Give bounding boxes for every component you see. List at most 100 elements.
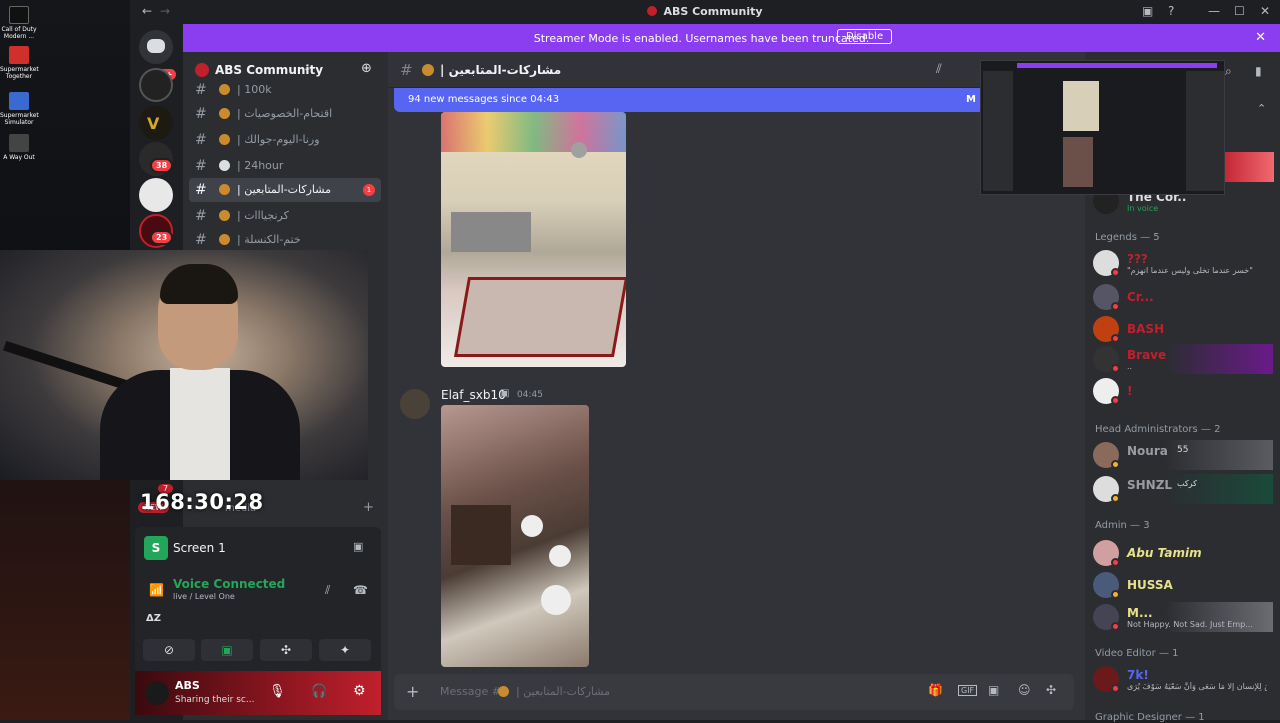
mark-as-read[interactable]: M bbox=[966, 94, 976, 105]
sticker-icon[interactable]: ▣ bbox=[988, 683, 999, 697]
dnd-status-icon bbox=[1111, 268, 1120, 277]
mention-badge: 23 bbox=[150, 230, 174, 245]
disable-streamer-button[interactable]: Disable bbox=[837, 29, 893, 44]
streamer-hair bbox=[160, 264, 238, 304]
group-header: Head Administrators — 2 bbox=[1095, 424, 1221, 435]
member-item[interactable]: Abu Tamim bbox=[1093, 538, 1273, 568]
server-icon-2[interactable] bbox=[139, 68, 173, 102]
microphone-icon[interactable]: 🎙 bbox=[269, 684, 286, 699]
server-icon-5[interactable] bbox=[139, 178, 173, 212]
camera-off-button[interactable]: ⊘ bbox=[143, 639, 195, 661]
stream-timer: 168:30:28 bbox=[140, 490, 264, 514]
webcam-overlay bbox=[0, 250, 368, 480]
a-way-out-icon bbox=[9, 134, 29, 152]
member-item[interactable]: SHNZL كركب bbox=[1093, 474, 1273, 504]
emoji-icon bbox=[219, 184, 230, 195]
gift-icon[interactable]: 🎁 bbox=[928, 683, 943, 697]
screen-share-button[interactable]: ▣ bbox=[201, 639, 253, 661]
decorations bbox=[441, 112, 626, 152]
hash-icon: # bbox=[400, 61, 413, 79]
desktop-shortcut[interactable]: Supermarket Together bbox=[0, 46, 39, 80]
attachment-image[interactable] bbox=[441, 405, 589, 667]
cup bbox=[549, 545, 571, 567]
avatar[interactable] bbox=[400, 389, 430, 419]
unread-badge: 1 bbox=[363, 184, 375, 196]
preview-members bbox=[1186, 71, 1224, 191]
user-bar: ABS Sharing their sc... 🎙 🎧 ⚙ bbox=[135, 671, 381, 715]
member-item[interactable]: 7k! لَيْسَ لِلإنسانِ إِلَّا مَا سَعَى وَأ… bbox=[1093, 664, 1273, 694]
new-messages-bar[interactable]: 94 new messages since 04:43 M bbox=[394, 88, 984, 112]
inbox-icon[interactable]: ▣ bbox=[1142, 4, 1153, 18]
window-title: ABS Community bbox=[130, 5, 1280, 18]
disconnect-icon[interactable]: ☎ bbox=[353, 583, 368, 597]
voice-channel-name[interactable]: live / Level One bbox=[173, 592, 235, 601]
channel-item[interactable]: # | ورنا-اليوم-جوالك bbox=[189, 128, 381, 152]
add-channel-icon[interactable]: + bbox=[363, 500, 374, 515]
search-icon[interactable]: ⌕ bbox=[1225, 64, 1232, 79]
preview-banner bbox=[1017, 63, 1217, 68]
channel-item[interactable]: # | كرنجيااات bbox=[189, 204, 381, 228]
preview-image bbox=[1063, 137, 1093, 187]
noise-suppression-icon[interactable]: ⫽ bbox=[325, 583, 330, 598]
close-window-button[interactable]: ✕ bbox=[1260, 4, 1270, 18]
gif-icon[interactable]: GIF bbox=[958, 685, 978, 696]
add-attachment-icon[interactable]: + bbox=[406, 682, 419, 701]
hash-icon: # bbox=[195, 158, 207, 174]
supermarket-together-icon bbox=[9, 46, 29, 64]
composer-channel: | مشاركات-المتابعين bbox=[516, 685, 610, 698]
dnd-status-icon bbox=[1111, 396, 1120, 405]
home-button[interactable] bbox=[139, 30, 173, 64]
message-time: 04:45 bbox=[517, 390, 543, 400]
message-composer[interactable]: + Message # | مشاركات-المتابعين 🎁 GIF ▣ … bbox=[394, 674, 1074, 710]
voice-connected-label[interactable]: Voice Connected bbox=[173, 577, 285, 591]
member-item[interactable]: HUSSA bbox=[1093, 570, 1273, 600]
member-item[interactable]: Brave.. bbox=[1093, 344, 1273, 374]
threads-icon[interactable]: ⫽ bbox=[936, 62, 942, 77]
gear-icon[interactable]: ⚙ bbox=[353, 683, 366, 699]
soundboard-button[interactable]: ✦ bbox=[319, 639, 371, 661]
popout-icon[interactable]: ▣ bbox=[353, 540, 363, 553]
server-icon-3[interactable]: V bbox=[139, 106, 173, 140]
minimize-button[interactable]: — bbox=[1208, 4, 1220, 18]
member-item[interactable]: Noura 55 bbox=[1093, 440, 1273, 470]
voice-panel: S Screen 1 ▣ 📶 Voice Connected live / Le… bbox=[135, 527, 381, 671]
member-item[interactable]: BASH bbox=[1093, 314, 1273, 344]
hash-icon: # bbox=[195, 208, 207, 224]
emoji-icon bbox=[219, 234, 230, 245]
channel-item[interactable]: # | ختم-الكنسلة bbox=[189, 228, 381, 252]
dnd-status-icon bbox=[1111, 558, 1120, 567]
member-item[interactable]: M... Not Happy. Not Sad. Just Emp... bbox=[1093, 602, 1273, 632]
headphones-icon[interactable]: 🎧 bbox=[311, 684, 327, 699]
close-icon[interactable]: ✕ bbox=[1255, 30, 1266, 45]
hash-icon: # bbox=[195, 232, 207, 248]
chevron-up-icon[interactable]: ⌃ bbox=[1257, 102, 1266, 115]
bookmark-icon[interactable]: ▮ bbox=[1255, 64, 1262, 78]
apps-icon[interactable]: ✣ bbox=[1046, 683, 1056, 697]
maximize-button[interactable]: ☐ bbox=[1234, 4, 1245, 18]
emoji-icon bbox=[422, 64, 434, 76]
channel-item[interactable]: # | 100k bbox=[189, 78, 381, 102]
user-tag: ΔZ bbox=[146, 613, 161, 624]
cup bbox=[541, 585, 571, 615]
activities-button[interactable]: ✣ bbox=[260, 639, 312, 661]
channel-title: | مشاركات-المتابعين bbox=[440, 63, 562, 77]
supermarket-simulator-icon bbox=[9, 92, 29, 110]
channel-item[interactable]: # | 24hour bbox=[189, 154, 381, 178]
help-icon[interactable]: ? bbox=[1168, 4, 1174, 18]
channel-item[interactable]: # | اقتحام-الخصوصيات bbox=[189, 102, 381, 126]
member-item[interactable]: ! bbox=[1093, 376, 1273, 406]
attachment-image[interactable] bbox=[441, 112, 626, 367]
hash-icon: # bbox=[195, 182, 207, 198]
avatar[interactable] bbox=[145, 681, 169, 705]
desktop-shortcut[interactable]: Supermarket Simulator bbox=[0, 92, 39, 126]
server-icon bbox=[647, 6, 658, 16]
screen-label[interactable]: Screen 1 bbox=[173, 541, 226, 555]
desktop-shortcut[interactable]: A Way Out bbox=[0, 134, 38, 161]
member-item[interactable]: Cr... bbox=[1093, 282, 1273, 312]
member-item[interactable]: ??? "خسر عندما تخلى وليس عندما انهزم" bbox=[1093, 248, 1273, 278]
emoji-picker-icon[interactable]: ☺ bbox=[1018, 683, 1031, 697]
message-author[interactable]: Elaf_sxb10 bbox=[441, 388, 506, 402]
add-member-icon[interactable]: ⊕ bbox=[361, 61, 372, 76]
channel-item-active[interactable]: # | مشاركات-المتابعين 1 bbox=[189, 178, 381, 202]
desktop-shortcut[interactable]: Call of Duty Modern ... bbox=[0, 6, 38, 40]
